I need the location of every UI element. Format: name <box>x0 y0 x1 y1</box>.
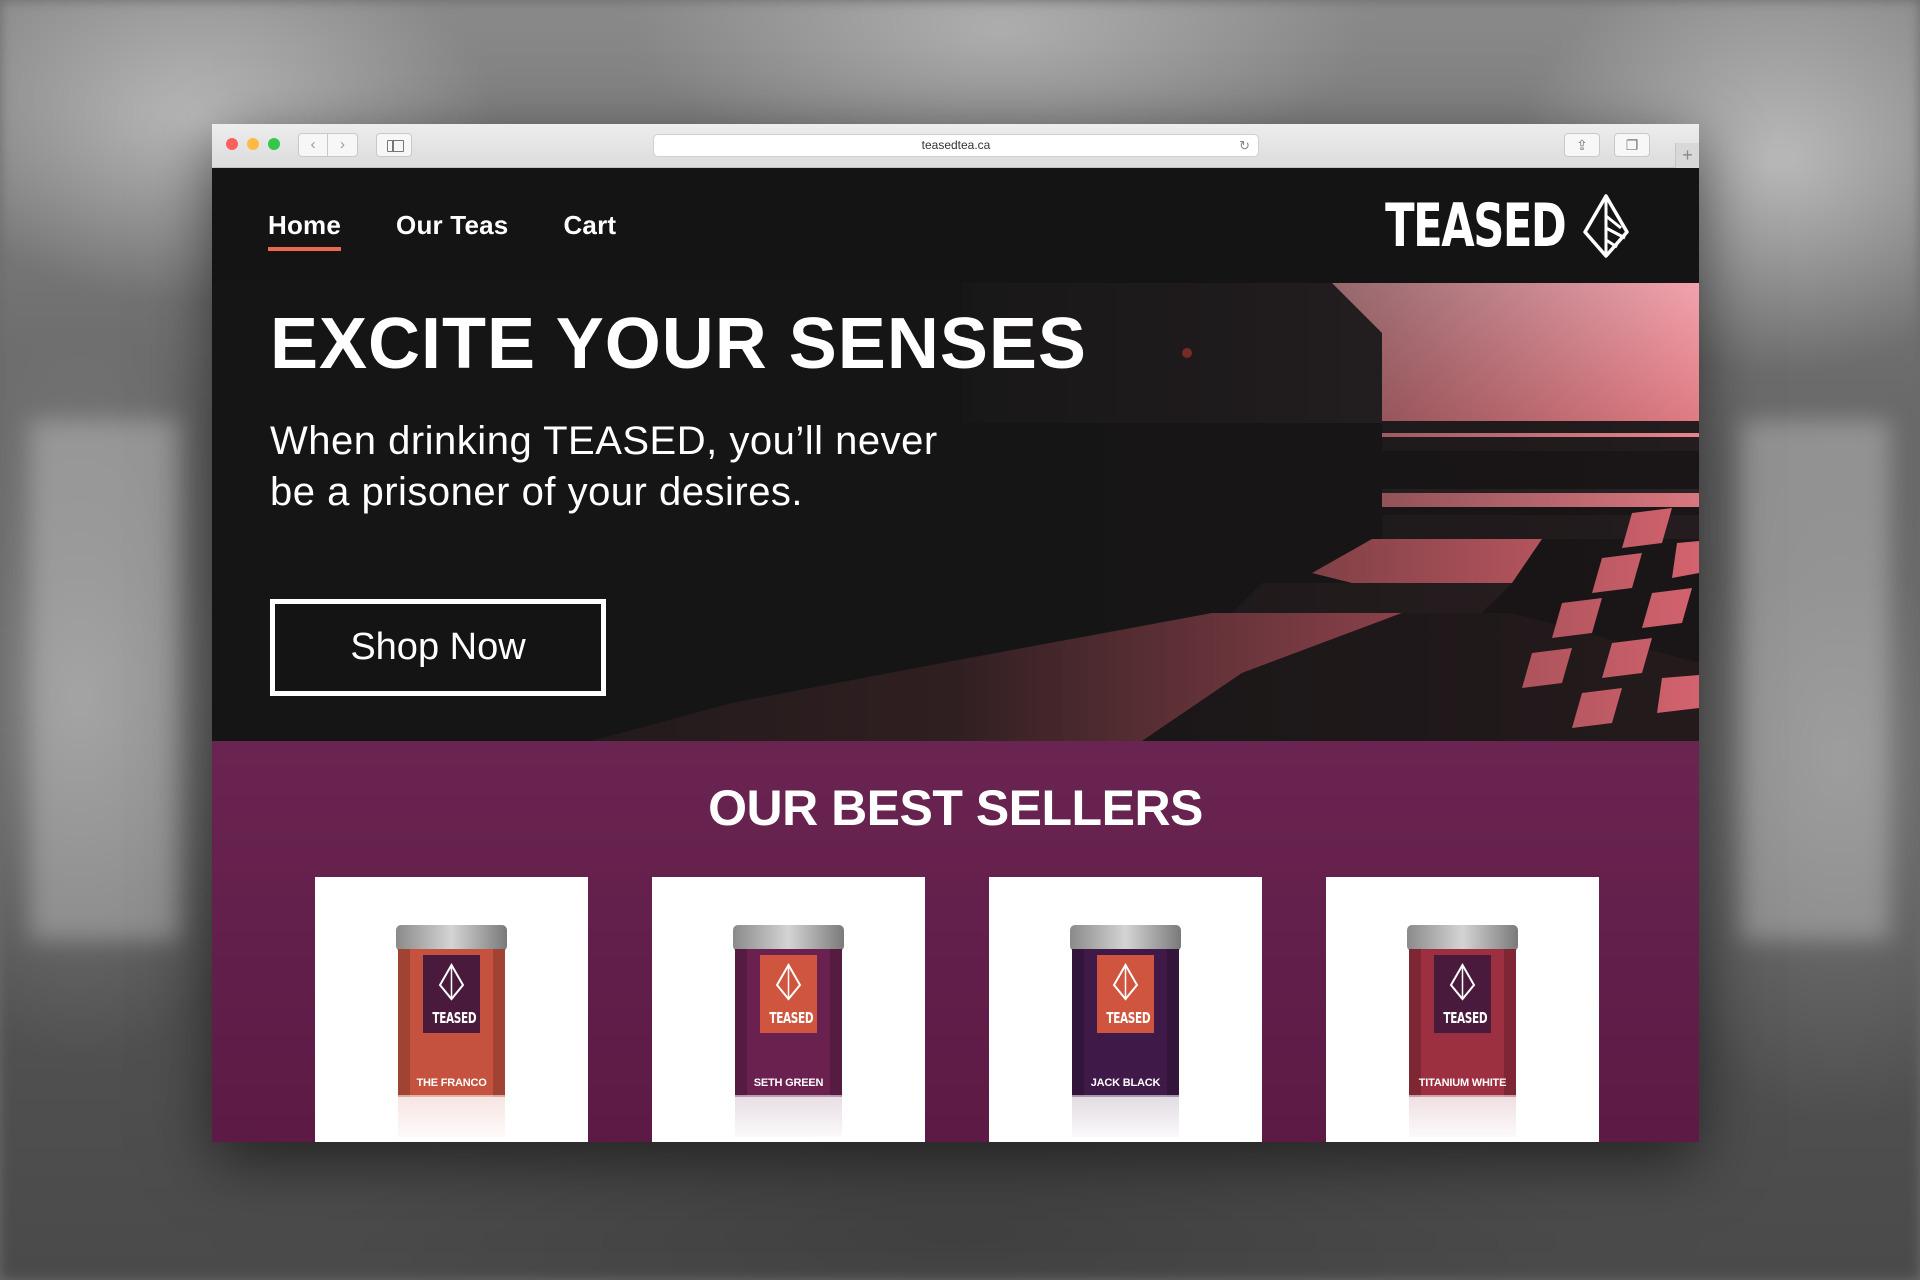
product-name: THE FRANCO <box>416 1077 487 1089</box>
product-grid: TEASED THE FRANCO TEASED SETH GREEN TEAS… <box>315 877 1599 1142</box>
tea-tin-image <box>1067 925 1184 1142</box>
diamond-leaf-icon <box>1583 194 1629 258</box>
background-shape <box>30 420 180 940</box>
window-controls <box>226 138 280 150</box>
shop-now-button[interactable]: Shop Now <box>270 599 606 696</box>
tin-wordmark: TEASED <box>1105 1009 1150 1027</box>
nav-home[interactable]: Home <box>268 210 342 251</box>
main-nav: Home Our Teas Cart <box>268 210 616 251</box>
minimize-window-button[interactable] <box>247 138 259 150</box>
webpage: Home Our Teas Cart TEASED EXCITE YOUR SE… <box>212 168 1699 1142</box>
product-card[interactable]: TEASED JACK BLACK <box>989 877 1262 1142</box>
product-name: JACK BLACK <box>1090 1077 1161 1089</box>
forward-button[interactable]: › <box>328 133 358 157</box>
share-button[interactable]: ⇪ <box>1564 133 1600 157</box>
product-card[interactable]: TEASED TITANIUM WHITE <box>1326 877 1599 1142</box>
best-sellers-title: OUR BEST SELLERS <box>708 780 1203 836</box>
product-name: SETH GREEN <box>753 1077 824 1089</box>
back-button[interactable]: ‹ <box>298 133 328 157</box>
hero-subtitle: When drinking TEASED, you’ll never be a … <box>270 419 938 514</box>
site-header: Home Our Teas Cart TEASED <box>212 168 1699 283</box>
product-card[interactable]: TEASED SETH GREEN <box>652 877 925 1142</box>
browser-toolbar: ‹ › teasedtea.ca ↻ ⇪ ❐ + <box>212 124 1699 168</box>
product-name: TITANIUM WHITE <box>1418 1077 1507 1089</box>
nav-cart[interactable]: Cart <box>563 210 616 251</box>
tin-wordmark: TEASED <box>1442 1009 1487 1027</box>
zoom-window-button[interactable] <box>268 138 280 150</box>
close-window-button[interactable] <box>226 138 238 150</box>
tabs-overview-button[interactable]: ❐ <box>1614 133 1650 157</box>
browser-window: ‹ › teasedtea.ca ↻ ⇪ ❐ + Home Our Teas C… <box>212 124 1699 1142</box>
reload-icon[interactable]: ↻ <box>1239 135 1250 156</box>
background-shape <box>1740 420 1890 940</box>
hero-title: EXCITE YOUR SENSES <box>270 304 1087 384</box>
tea-tin-image <box>730 925 847 1142</box>
tea-tin-image <box>1404 925 1521 1142</box>
brand-logo[interactable]: TEASED <box>1315 194 1629 258</box>
new-tab-button[interactable]: + <box>1675 143 1699 168</box>
history-buttons: ‹ › <box>298 133 358 157</box>
tea-tin-image <box>393 925 510 1142</box>
hero-banner: EXCITE YOUR SENSES When drinking TEASED,… <box>212 283 1699 741</box>
address-bar[interactable]: teasedtea.ca ↻ <box>653 134 1259 157</box>
url-text: teasedtea.ca <box>921 138 991 152</box>
tin-wordmark: TEASED <box>431 1009 476 1027</box>
sidebar-toggle-button[interactable] <box>376 133 412 157</box>
product-card[interactable]: TEASED THE FRANCO <box>315 877 588 1142</box>
tin-wordmark: TEASED <box>768 1009 813 1027</box>
brand-wordmark: TEASED <box>1384 191 1567 261</box>
nav-our-teas[interactable]: Our Teas <box>396 210 508 251</box>
best-sellers-section: OUR BEST SELLERS TEASED THE FRANCO TEASE… <box>212 741 1699 1142</box>
